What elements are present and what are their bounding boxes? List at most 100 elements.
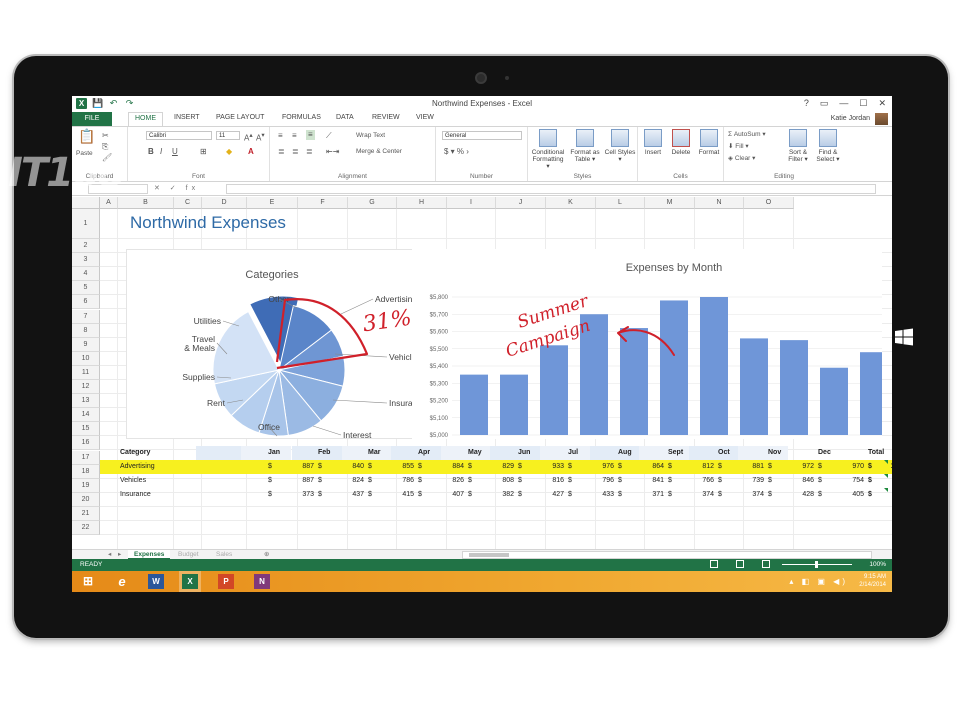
select-all-corner[interactable] bbox=[72, 197, 100, 209]
value-cell[interactable]: 428 bbox=[776, 488, 814, 502]
table-header-cell[interactable]: Dec bbox=[818, 446, 831, 460]
italic-icon[interactable]: I bbox=[160, 147, 162, 157]
sheet-title[interactable]: Northwind Expenses bbox=[130, 213, 286, 233]
conditional-formatting-button[interactable]: Conditional Formatting ▾ bbox=[530, 129, 566, 170]
column-header[interactable]: E bbox=[247, 197, 298, 209]
value-cell[interactable]: 427 bbox=[526, 488, 564, 502]
table-header-cell[interactable]: Jun bbox=[518, 446, 530, 460]
format-painter-icon[interactable]: 🖌 bbox=[102, 153, 112, 163]
value-cell[interactable]: 887 bbox=[276, 460, 314, 474]
ribbon-display-button[interactable]: ▭ bbox=[820, 98, 829, 109]
cut-icon[interactable]: ✂ bbox=[102, 131, 109, 141]
wrap-text-button[interactable]: Wrap Text bbox=[356, 131, 385, 141]
table-header-cell[interactable]: Total bbox=[868, 446, 884, 460]
help-button[interactable]: ? bbox=[804, 98, 809, 109]
orientation-icon[interactable]: ⟋ bbox=[326, 131, 332, 141]
maximize-button[interactable]: ☐ bbox=[859, 98, 867, 109]
powerpoint-icon[interactable]: P bbox=[218, 574, 234, 589]
font-size-box[interactable]: 11 bbox=[216, 131, 240, 140]
value-cell[interactable]: 826 bbox=[426, 474, 464, 488]
paste-label[interactable]: Paste bbox=[76, 149, 93, 159]
bar[interactable] bbox=[700, 297, 728, 435]
word-icon[interactable]: W bbox=[148, 574, 164, 589]
column-header[interactable]: C bbox=[174, 197, 202, 209]
copy-icon[interactable]: ⎘ bbox=[102, 142, 108, 152]
value-cell[interactable]: 382 bbox=[476, 488, 514, 502]
row-header[interactable]: 15 bbox=[72, 422, 100, 437]
category-cell[interactable]: Insurance bbox=[120, 488, 151, 502]
value-cell[interactable]: 933 bbox=[526, 460, 564, 474]
value-cell[interactable]: 970 bbox=[826, 460, 864, 474]
value-cell[interactable]: 884 bbox=[426, 460, 464, 474]
value-cell[interactable]: 415 bbox=[376, 488, 414, 502]
column-header[interactable]: D bbox=[202, 197, 247, 209]
bar[interactable] bbox=[740, 338, 768, 435]
value-cell[interactable]: 812 bbox=[676, 460, 714, 474]
row-header[interactable]: 20 bbox=[72, 492, 100, 507]
column-header[interactable]: M bbox=[645, 197, 695, 209]
value-cell[interactable]: 739 bbox=[726, 474, 764, 488]
table-row[interactable]: Insurance $373 $437 $415 $407 $382 $427 $433 $37… bbox=[100, 488, 892, 502]
bar[interactable] bbox=[460, 374, 488, 435]
value-cell[interactable]: 796 bbox=[576, 474, 614, 488]
pie-chart[interactable]: CategoriesAdvertisingVehiclesInsuranceIn… bbox=[126, 249, 417, 440]
zoom-slider[interactable] bbox=[782, 561, 852, 568]
tab-page-layout[interactable]: PAGE LAYOUT bbox=[216, 114, 264, 121]
bar[interactable] bbox=[500, 374, 528, 435]
column-header[interactable]: J bbox=[496, 197, 546, 209]
user-name[interactable]: Katie Jordan bbox=[831, 115, 870, 122]
row-header[interactable]: 4 bbox=[72, 267, 100, 282]
row-header[interactable]: 5 bbox=[72, 281, 100, 296]
onenote-icon[interactable]: N bbox=[254, 574, 270, 589]
align-right-icon[interactable]: ≣ bbox=[306, 147, 313, 157]
number-format-symbols[interactable]: $ ▾ % › bbox=[444, 147, 469, 157]
tab-review[interactable]: REVIEW bbox=[372, 114, 400, 121]
table-header-cell[interactable]: Feb bbox=[318, 446, 330, 460]
column-header[interactable]: F bbox=[298, 197, 348, 209]
zoom-slider-knob[interactable] bbox=[815, 561, 818, 568]
column-header[interactable]: N bbox=[695, 197, 744, 209]
row-header[interactable]: 12 bbox=[72, 380, 100, 394]
value-cell[interactable]: 766 bbox=[676, 474, 714, 488]
grow-font-icon[interactable]: A▴ bbox=[244, 131, 253, 144]
delete-cells-button[interactable]: Delete bbox=[668, 129, 694, 156]
table-header-cell[interactable]: Nov bbox=[768, 446, 781, 460]
font-color-icon[interactable]: A bbox=[248, 147, 254, 157]
fill-button[interactable]: ⬇ Fill ▾ bbox=[728, 142, 749, 152]
tab-view[interactable]: VIEW bbox=[416, 114, 434, 121]
column-header[interactable]: K bbox=[546, 197, 596, 209]
cell-styles-button[interactable]: Cell Styles ▾ bbox=[604, 129, 636, 163]
table-header-cell[interactable]: Aug bbox=[618, 446, 632, 460]
bar-chart[interactable]: Expenses by Month $5,800 $5,700 $5,600 $5,50… bbox=[412, 249, 882, 439]
row-header[interactable]: 21 bbox=[72, 506, 100, 521]
column-header[interactable]: A bbox=[100, 197, 118, 209]
start-icon[interactable]: ⊞ bbox=[80, 574, 96, 589]
bar[interactable] bbox=[540, 345, 568, 435]
close-button[interactable]: ✕ bbox=[878, 98, 886, 109]
scroll-thumb[interactable] bbox=[469, 553, 509, 557]
underline-icon[interactable]: U bbox=[172, 147, 178, 157]
value-cell[interactable]: 829 bbox=[476, 460, 514, 474]
horizontal-scrollbar[interactable] bbox=[462, 551, 872, 559]
value-cell[interactable]: 887 bbox=[276, 474, 314, 488]
table-header-cell[interactable]: Jul bbox=[568, 446, 578, 460]
row-header[interactable]: 14 bbox=[72, 408, 100, 423]
minimize-button[interactable]: — bbox=[839, 98, 848, 109]
value-cell[interactable]: 976 bbox=[576, 460, 614, 474]
value-cell[interactable]: 972 bbox=[776, 460, 814, 474]
clear-button[interactable]: ◈ Clear ▾ bbox=[728, 154, 755, 164]
align-center-icon[interactable]: ≣ bbox=[292, 147, 299, 157]
number-format-box[interactable]: General bbox=[442, 131, 522, 140]
value-cell[interactable]: 433 bbox=[576, 488, 614, 502]
align-top-icon[interactable]: ≡ bbox=[278, 131, 283, 141]
row-header[interactable]: 13 bbox=[72, 394, 100, 409]
value-cell[interactable]: 786 bbox=[376, 474, 414, 488]
table-header-cell[interactable]: Jan bbox=[268, 446, 280, 460]
column-header[interactable]: I bbox=[447, 197, 496, 209]
format-as-table-button[interactable]: Format as Table ▾ bbox=[568, 129, 602, 163]
value-cell[interactable]: 840 bbox=[326, 460, 364, 474]
merge-center-button[interactable]: Merge & Center bbox=[356, 147, 402, 157]
tab-formulas[interactable]: FORMULAS bbox=[282, 114, 321, 121]
tab-file[interactable]: FILE bbox=[72, 112, 112, 126]
row-header[interactable]: 22 bbox=[72, 521, 100, 535]
